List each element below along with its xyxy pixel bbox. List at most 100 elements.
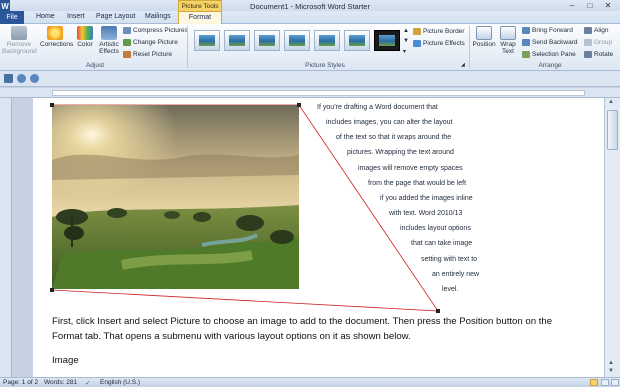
compress-pictures-button[interactable]: Compress Pictures: [123, 27, 188, 34]
quick-access-toolbar: [0, 71, 620, 87]
picture-style-5[interactable]: [314, 30, 340, 51]
wrap-text-button[interactable]: Wrap Text: [498, 26, 518, 55]
group-separator: [187, 26, 188, 68]
text-line: level.: [442, 286, 459, 293]
corrections-icon: [47, 26, 63, 40]
language[interactable]: English (U.S.): [100, 379, 140, 386]
body-paragraph: First, click Insert and select Picture t…: [52, 316, 553, 343]
resize-handle[interactable]: [297, 103, 301, 107]
tab-insert[interactable]: Insert: [67, 13, 85, 20]
picture-styles-group-label: Picture Styles: [305, 62, 345, 69]
resize-handle[interactable]: [50, 103, 54, 107]
color-button[interactable]: Color: [74, 26, 96, 48]
picture-style-3[interactable]: [254, 30, 280, 51]
ribbon: Remove Background Corrections Color Arti…: [0, 24, 620, 71]
full-screen-icon[interactable]: [601, 379, 609, 386]
redo-icon[interactable]: [30, 74, 39, 83]
align-icon: [584, 27, 592, 34]
vertical-ruler: [0, 98, 12, 377]
word-count[interactable]: Words: 281: [44, 379, 77, 386]
next-page-icon[interactable]: ▼: [608, 368, 614, 374]
send-backward-icon: [522, 39, 530, 46]
page-count[interactable]: Page: 1 of 2: [3, 379, 38, 386]
picture-style-1[interactable]: [194, 30, 220, 51]
compress-icon: [123, 27, 131, 34]
undo-icon[interactable]: [17, 74, 26, 83]
change-picture-icon: [123, 39, 131, 46]
tab-home[interactable]: Home: [36, 13, 55, 20]
position-icon: [476, 26, 492, 40]
group-icon: [584, 39, 592, 46]
print-layout-icon[interactable]: [590, 379, 598, 386]
styles-scroll-up-icon[interactable]: ▲: [403, 28, 409, 34]
text-line: an entirely new: [432, 271, 480, 278]
tab-page-layout[interactable]: Page Layout: [96, 13, 135, 20]
color-icon: [77, 26, 93, 40]
group-button[interactable]: Group: [584, 39, 612, 46]
selection-pane-button[interactable]: Selection Pane: [522, 51, 576, 58]
tab-format[interactable]: Format: [178, 11, 222, 25]
text-line: setting with text to: [421, 256, 478, 263]
position-button[interactable]: Position: [472, 26, 496, 48]
golf-course-image[interactable]: [52, 105, 299, 289]
align-button[interactable]: Align: [584, 27, 608, 34]
scroll-up-icon[interactable]: ▲: [608, 99, 614, 105]
rotate-icon: [584, 51, 592, 58]
text-line: If you’re drafting a Word document that: [317, 104, 438, 111]
reset-picture-button[interactable]: Reset Picture: [123, 51, 172, 58]
text-line: with text. Word 2010/13: [389, 210, 463, 217]
picture-effects-icon: [413, 40, 421, 47]
send-backward-button[interactable]: Send Backward: [522, 39, 578, 46]
text-line: pictures. Wrapping the text around: [347, 149, 454, 156]
artistic-effects-button[interactable]: Artistic Effects: [97, 26, 121, 55]
styles-more-icon[interactable]: ▾: [403, 48, 406, 55]
dialog-launcher-icon[interactable]: ◢: [461, 62, 465, 68]
text-line: includes images, you can alter the layou…: [326, 119, 453, 126]
picture-border-icon: [413, 28, 421, 35]
artistic-effects-icon: [101, 26, 117, 40]
golf-course-photo-art: [52, 105, 299, 289]
resize-handle[interactable]: [436, 309, 440, 313]
ribbon-tabs: File Home Insert Page Layout Mailings: [0, 11, 620, 24]
text-line: if you added the images inline: [380, 195, 473, 202]
text-line: from the page that would be left: [368, 180, 467, 187]
text-line: that can take image: [411, 240, 473, 247]
picture-style-7[interactable]: [374, 30, 400, 51]
vertical-scrollbar[interactable]: ▲ ▲ ▼: [604, 98, 620, 377]
scrollbar-thumb[interactable]: [607, 110, 618, 150]
group-separator: [469, 26, 470, 68]
corrections-button[interactable]: Corrections: [40, 26, 73, 48]
resize-handle[interactable]: [50, 288, 54, 292]
picture-effects-button[interactable]: Picture Effects: [413, 40, 465, 47]
save-icon[interactable]: [4, 74, 13, 83]
styles-scroll-down-icon[interactable]: ▼: [403, 38, 409, 44]
wrap-text-icon: [500, 26, 516, 40]
reset-picture-icon: [123, 51, 131, 58]
rotate-button[interactable]: Rotate: [584, 51, 613, 58]
ruler-track[interactable]: [52, 90, 585, 96]
remove-background-button[interactable]: Remove Background: [2, 26, 37, 55]
tab-file[interactable]: File: [0, 11, 24, 24]
horizontal-ruler: [0, 88, 620, 98]
web-layout-icon[interactable]: [611, 379, 619, 386]
tab-mailings[interactable]: Mailings: [145, 13, 171, 20]
window-title: Document1 - Microsoft Word Starter: [250, 2, 370, 11]
picture-style-4[interactable]: [284, 30, 310, 51]
bring-forward-icon: [522, 27, 530, 34]
picture-style-2[interactable]: [224, 30, 250, 51]
arrange-group-label: Arrange: [538, 62, 562, 69]
text-line: images will remove empty spaces: [358, 165, 463, 172]
previous-page-icon[interactable]: ▲: [608, 360, 614, 366]
text-line: of the text so that it wraps around the: [336, 134, 452, 141]
selection-pane-icon: [522, 51, 530, 58]
text-line: includes layout options: [400, 225, 471, 232]
status-bar: Page: 1 of 2 Words: 281 ✓ English (U.S.): [0, 377, 620, 387]
change-picture-button[interactable]: Change Picture: [123, 39, 178, 46]
adjust-group-label: Adjust: [85, 62, 105, 69]
body-paragraph: Image: [52, 355, 79, 366]
proofing-icon[interactable]: ✓: [85, 379, 90, 387]
bring-forward-button[interactable]: Bring Forward: [522, 27, 573, 34]
picture-border-button[interactable]: Picture Border: [413, 28, 465, 35]
picture-style-6[interactable]: [344, 30, 370, 51]
remove-background-icon: [11, 26, 27, 40]
